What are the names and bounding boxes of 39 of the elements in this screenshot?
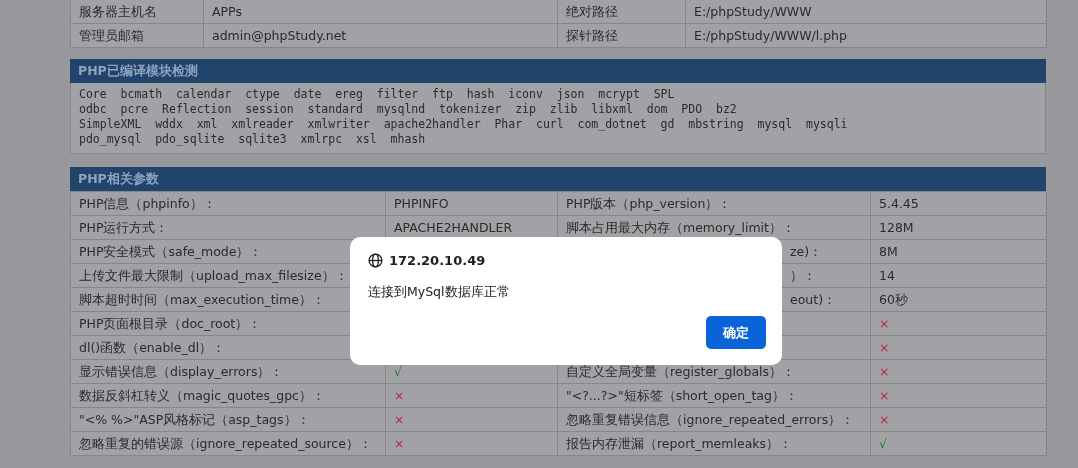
section-header: PHP相关参数 xyxy=(70,167,1046,191)
label-cell: 报告内存泄漏（report_memleaks）： xyxy=(558,432,871,456)
label-cell: 忽略重复错误信息（ignore_repeated_errors）： xyxy=(558,408,871,432)
value-cell: E:/phpStudy/WWW/l.php xyxy=(686,24,1047,48)
cross-mark: × xyxy=(879,316,890,331)
label-cell: 忽略重复的错误源（ignore_repeated_source）： xyxy=(71,432,386,456)
value-text: 5.4.45 xyxy=(879,196,919,211)
label-cell: PHP版本（php_version）： xyxy=(558,192,871,216)
value-cell: admin@phpStudy.net xyxy=(204,24,558,48)
cross-mark: × xyxy=(879,340,890,355)
module-list: Core bcmath calendar ctype date ereg filter ftp hash iconv json mcrypt SPL odbc pcre Reflection session standard mysqlnd tokenizer zip zlib libxml dom PDO bz2 SimpleXML wddx xml xmlreader xmlwriter apache2handler Phar curl com_dotnet gd mbstring mysql mysqli pdo_mysql pdo_sqlite sqlite3 xmlrpc xsl mhash xyxy=(70,83,1046,154)
value-cell: APPs xyxy=(204,0,558,24)
cross-mark: × xyxy=(879,388,890,403)
label-cell: "<?...?>"短标签（short_open_tag）： xyxy=(558,384,871,408)
label-cell: "<% %>"ASP风格标记（asp_tags）： xyxy=(71,408,386,432)
value-text: 128M xyxy=(879,220,914,235)
value-text: PHPINFO xyxy=(394,196,449,211)
cross-mark: × xyxy=(394,412,405,427)
value-cell: E:/phpStudy/WWW xyxy=(686,0,1047,24)
cross-mark: × xyxy=(394,388,405,403)
label-cell: PHP信息（phpinfo）： xyxy=(71,192,386,216)
label-cell: 绝对路径 xyxy=(558,0,686,24)
value-text: 8M xyxy=(879,244,898,259)
value-text: 60秒 xyxy=(879,292,908,307)
cross-mark: × xyxy=(394,436,405,451)
globe-icon xyxy=(368,253,383,268)
cross-mark: × xyxy=(879,364,890,379)
label-cell: 探针路径 xyxy=(558,24,686,48)
dialog-title: 172.20.10.49 xyxy=(389,253,486,268)
value-text: APACHE2HANDLER xyxy=(394,220,513,235)
check-mark: √ xyxy=(879,436,887,451)
cross-mark: × xyxy=(879,412,890,427)
ok-button[interactable]: 确定 xyxy=(706,316,766,349)
label-cell: 管理员邮箱 xyxy=(71,24,204,48)
label-cell: 数据反斜杠转义（magic_quotes_gpc）： xyxy=(71,384,386,408)
value-text: 14 xyxy=(879,268,895,283)
label-cell: 服务器主机名 xyxy=(71,0,204,24)
section-header: PHP已编译模块检测 xyxy=(70,59,1046,83)
check-mark: √ xyxy=(394,364,402,379)
